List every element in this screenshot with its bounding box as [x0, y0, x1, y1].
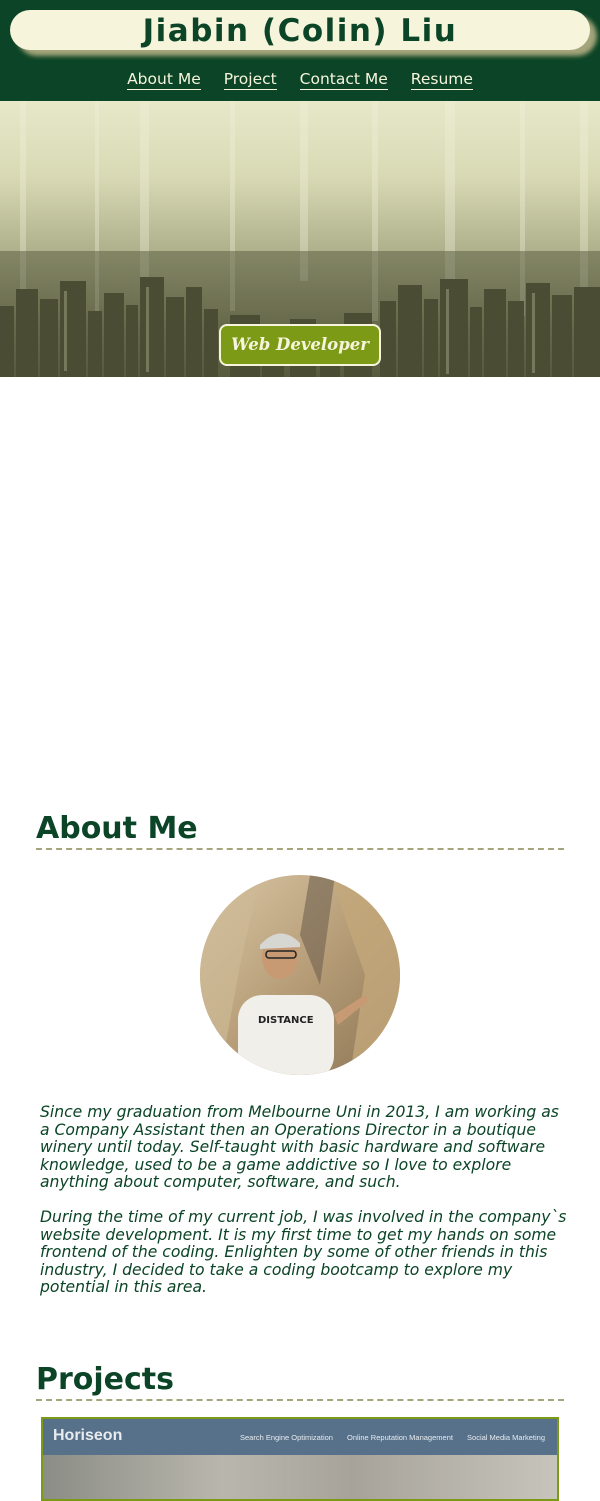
projects-heading: Projects — [36, 1362, 564, 1401]
hero-banner: Web Developer — [0, 101, 600, 377]
project-preview-links: Search Engine Optimization Online Reputa… — [228, 1433, 545, 1442]
site-title: Jiabin (Colin) Liu — [10, 10, 590, 50]
nav-about-link[interactable]: About Me — [127, 70, 201, 90]
profile-photo: DISTANCE — [200, 875, 400, 1075]
nav-project-link[interactable]: Project — [223, 70, 277, 90]
nav-contact-link[interactable]: Contact Me — [299, 70, 388, 90]
about-paragraph: Since my graduation from Melbourne Uni i… — [40, 1103, 559, 1191]
site-header: Jiabin (Colin) Liu About Me Project Cont… — [0, 0, 600, 101]
about-paragraph: During the time of my current job, I was… — [40, 1208, 567, 1296]
project-preview-card[interactable]: Horiseon Search Engine Optimization Onli… — [41, 1417, 559, 1501]
project-preview-image — [43, 1455, 557, 1499]
about-text: Since my graduation from Melbourne Uni i… — [40, 1103, 568, 1314]
svg-text:DISTANCE: DISTANCE — [258, 1015, 314, 1026]
project-preview-link: Social Media Marketing — [467, 1433, 545, 1442]
project-preview-link: Search Engine Optimization — [239, 1433, 333, 1442]
project-preview-link: Online Reputation Management — [347, 1433, 453, 1442]
about-heading: About Me — [36, 811, 564, 850]
nav-resume-link[interactable]: Resume — [410, 70, 473, 90]
main-nav: About Me Project Contact Me Resume — [0, 70, 600, 90]
project-preview-nav: Horiseon Search Engine Optimization Onli… — [43, 1419, 557, 1455]
project-logo: Horiseon — [53, 1427, 123, 1444]
role-badge: Web Developer — [219, 324, 381, 366]
